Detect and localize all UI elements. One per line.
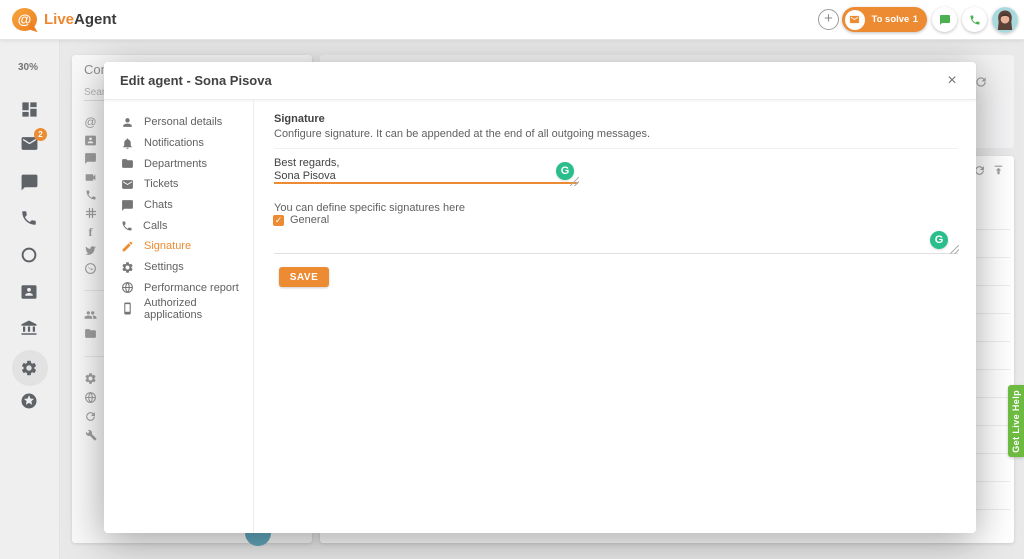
bank-icon [20, 319, 38, 337]
divider [274, 148, 958, 149]
chat-button[interactable] [932, 7, 957, 32]
phone-icon [969, 14, 981, 26]
add-icon[interactable]: + [818, 9, 839, 30]
save-button[interactable]: SAVE [279, 267, 329, 287]
menu-item-personal-details[interactable]: Personal details [104, 112, 253, 133]
slack-icon [84, 207, 97, 220]
phone-icon [84, 189, 97, 202]
sidebar-item-ring[interactable] [20, 246, 40, 266]
people-icon [84, 309, 97, 322]
envelope-icon [845, 10, 865, 30]
sidebar: 30% 2 [0, 40, 60, 559]
topbar: @ LiveAgent + To solve 1 [0, 0, 1024, 40]
refresh-icon [84, 410, 97, 423]
twitter-icon [84, 244, 97, 257]
sidebar-item-addons[interactable] [20, 392, 40, 412]
menu-item-performance-report[interactable]: Performance report [104, 278, 253, 299]
avatar-image [992, 7, 1018, 33]
gear-icon [84, 372, 97, 385]
gear-icon [20, 359, 38, 377]
menu-item-notifications[interactable]: Notifications [104, 133, 253, 154]
usage-indicator: 30% [18, 62, 38, 73]
menu-item-tickets[interactable]: Tickets [104, 174, 253, 195]
close-icon[interactable]: × [942, 71, 962, 91]
modal-title: Edit agent - Sona Pisova [120, 62, 272, 100]
sidebar-item-settings[interactable] [20, 359, 40, 379]
at-icon: @ [84, 116, 97, 129]
brand-name: LiveAgent [44, 0, 117, 40]
gear-icon [121, 261, 134, 274]
checkbox-label: General [290, 214, 329, 226]
folder-icon [84, 327, 97, 340]
specific-signature-textarea[interactable] [274, 227, 958, 254]
menu-item-settings[interactable]: Settings [104, 257, 253, 278]
resize-handle[interactable] [570, 177, 579, 186]
smartphone-icon [121, 302, 134, 315]
refresh-icon[interactable] [974, 75, 988, 94]
menu-item-authorized-applications[interactable]: Authorized applications [104, 298, 253, 319]
person-icon [121, 116, 134, 129]
bell-icon [121, 137, 134, 150]
videocam-icon [84, 171, 97, 184]
menu-item-signature[interactable]: Signature [104, 236, 253, 257]
general-checkbox-row[interactable]: ✓ General [273, 214, 329, 226]
chat-icon [939, 14, 951, 26]
folder-icon [121, 157, 134, 170]
contact-card-icon [84, 134, 97, 147]
sidebar-item-company[interactable] [20, 319, 40, 339]
modal-header: Edit agent - Sona Pisova × [104, 62, 976, 100]
edit-agent-modal: Edit agent - Sona Pisova × Personal deta… [104, 62, 976, 533]
checkbox-checked-icon[interactable]: ✓ [273, 215, 284, 226]
mail-count-badge: 2 [34, 128, 47, 141]
dashboard-icon [20, 100, 39, 119]
globe-icon [121, 281, 134, 294]
globe-icon [84, 391, 97, 404]
pen-icon [121, 240, 134, 253]
menu-item-calls[interactable]: Calls [104, 215, 253, 236]
get-live-help-button[interactable]: Get Live Help [1008, 385, 1024, 457]
grammarly-icon[interactable]: G [930, 231, 948, 249]
viber-icon [84, 262, 97, 275]
user-avatar[interactable] [992, 7, 1018, 33]
facebook-icon: f [84, 226, 97, 239]
sidebar-item-chats[interactable] [20, 173, 40, 193]
wrench-icon [84, 429, 97, 442]
signature-heading: Signature [274, 113, 325, 125]
menu-item-chats[interactable]: Chats [104, 195, 253, 216]
signature-description: Configure signature. It can be appended … [274, 128, 650, 140]
chat-icon [84, 152, 97, 165]
chat-icon [121, 199, 134, 212]
star-circle-icon [20, 392, 38, 410]
app: Configur @ Em Co Ch Vi Ca Sl f Fa Tw [0, 0, 1024, 559]
sidebar-item-dashboard[interactable] [20, 100, 40, 120]
menu-item-departments[interactable]: Departments [104, 153, 253, 174]
phone-button[interactable] [962, 7, 987, 32]
resize-handle[interactable] [950, 245, 959, 254]
contact-card-icon [20, 283, 38, 301]
phone-icon [121, 220, 133, 232]
chat-icon [20, 173, 39, 192]
to-solve-button[interactable]: To solve 1 [842, 7, 927, 32]
upload-icon[interactable] [992, 164, 1005, 182]
signature-textarea[interactable]: Best regards, Sona Pisova [274, 154, 578, 184]
envelope-icon [121, 178, 134, 191]
sidebar-item-contacts[interactable] [20, 283, 40, 303]
liveagent-logo-icon[interactable]: @ [12, 8, 37, 31]
to-solve-count-badge: 1 [913, 14, 918, 25]
modal-menu: Personal details Notifications Departmen… [104, 100, 254, 533]
ring-icon [20, 246, 38, 264]
specific-signatures-hint: You can define specific signatures here [274, 202, 465, 214]
phone-icon [20, 209, 38, 227]
sidebar-item-calls[interactable] [20, 209, 40, 229]
